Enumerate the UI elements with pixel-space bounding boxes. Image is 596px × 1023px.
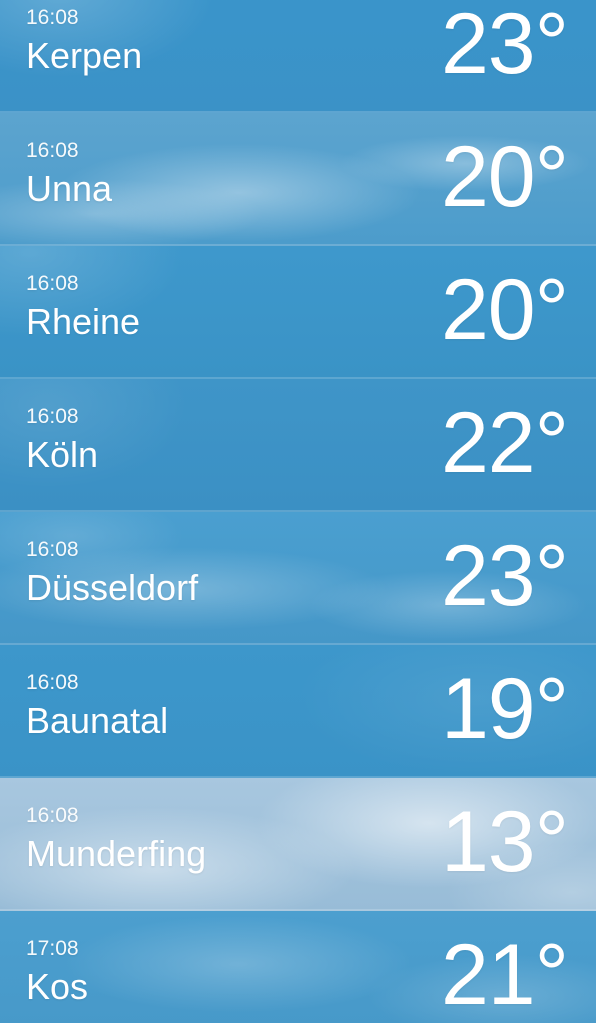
temperature: 19° [440, 661, 569, 757]
temperature: 22° [440, 395, 569, 491]
location-row-kos[interactable]: 17:08 Kos 21° [0, 911, 596, 1023]
local-time: 16:08 [26, 6, 79, 29]
weather-location-list: 16:08 Kerpen 23° 16:08 Unna 20° 16:08 Rh… [0, 0, 596, 1023]
city-name: Baunatal [26, 700, 169, 741]
city-name: Düsseldorf [26, 567, 199, 608]
local-time: 16:08 [26, 405, 79, 428]
location-row-kerpen[interactable]: 16:08 Kerpen 23° [0, 0, 596, 113]
local-time: 16:08 [26, 538, 79, 561]
temperature: 23° [440, 0, 569, 92]
location-row-rheine[interactable]: 16:08 Rheine 20° [0, 246, 596, 379]
temperature: 21° [440, 927, 569, 1023]
local-time: 17:08 [26, 937, 79, 960]
city-name: Unna [26, 168, 113, 209]
city-name: Kos [26, 966, 89, 1007]
local-time: 16:08 [26, 272, 79, 295]
temperature: 20° [440, 262, 569, 358]
location-row-unna[interactable]: 16:08 Unna 20° [0, 113, 596, 246]
location-row-munderfing[interactable]: 16:08 Munderfing 13° [0, 778, 596, 911]
location-row-baunatal[interactable]: 16:08 Baunatal 19° [0, 645, 596, 778]
temperature: 23° [440, 528, 569, 624]
location-row-duesseldorf[interactable]: 16:08 Düsseldorf 23° [0, 512, 596, 645]
temperature: 13° [440, 794, 569, 890]
local-time: 16:08 [26, 139, 79, 162]
city-name: Rheine [26, 301, 141, 342]
city-name: Munderfing [26, 833, 207, 874]
location-row-koeln[interactable]: 16:08 Köln 22° [0, 379, 596, 512]
local-time: 16:08 [26, 671, 79, 694]
city-name: Kerpen [26, 35, 143, 76]
local-time: 16:08 [26, 804, 79, 827]
temperature: 20° [440, 129, 569, 225]
city-name: Köln [26, 434, 99, 475]
